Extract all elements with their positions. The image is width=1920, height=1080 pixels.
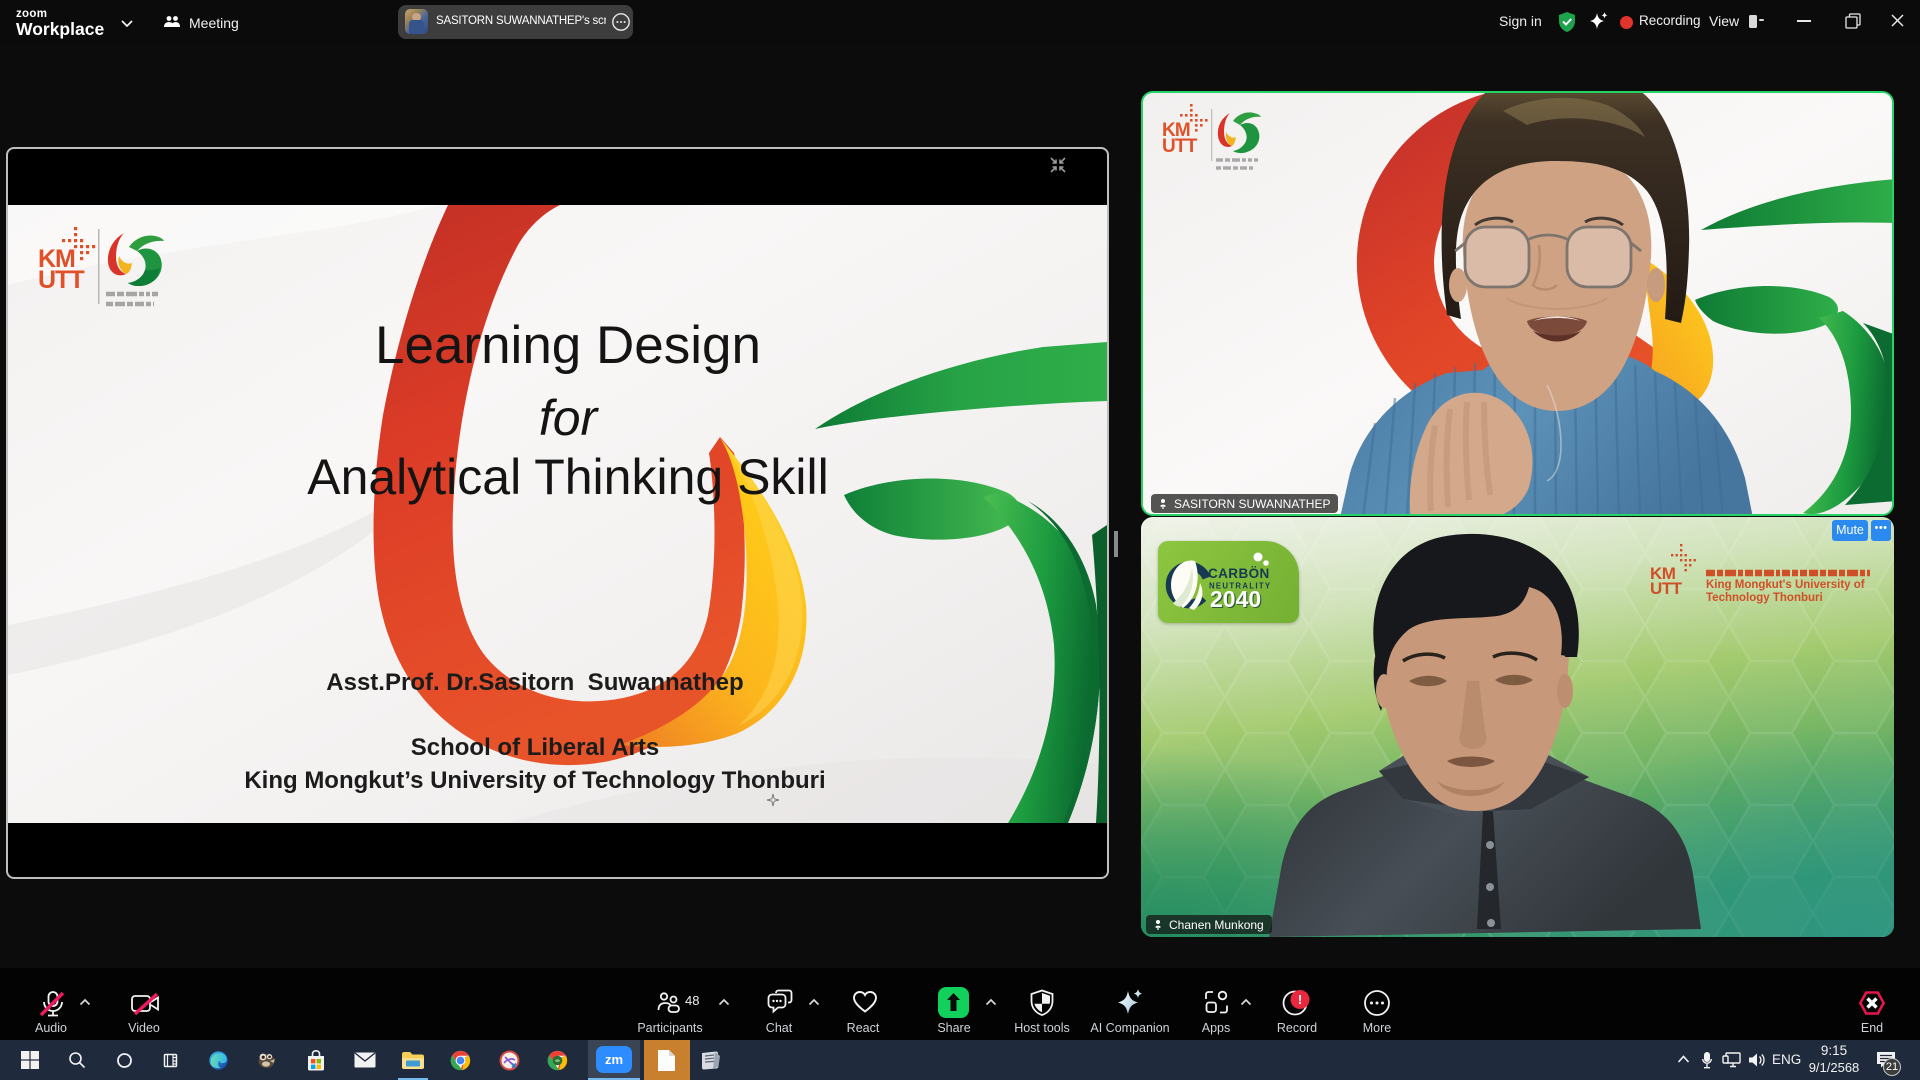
svg-text:CARBÖN: CARBÖN bbox=[1208, 566, 1270, 581]
svg-text:UTT: UTT bbox=[38, 266, 84, 294]
svg-text:!: ! bbox=[1298, 992, 1302, 1007]
svg-text:2040: 2040 bbox=[1210, 586, 1261, 612]
svg-text:UTT: UTT bbox=[1650, 579, 1683, 598]
svg-text:Technology Thonburi: Technology Thonburi bbox=[1706, 592, 1823, 604]
svg-text:King Mongkut's University of: King Mongkut's University of bbox=[1706, 579, 1865, 591]
svg-text:UTT: UTT bbox=[1162, 136, 1198, 157]
